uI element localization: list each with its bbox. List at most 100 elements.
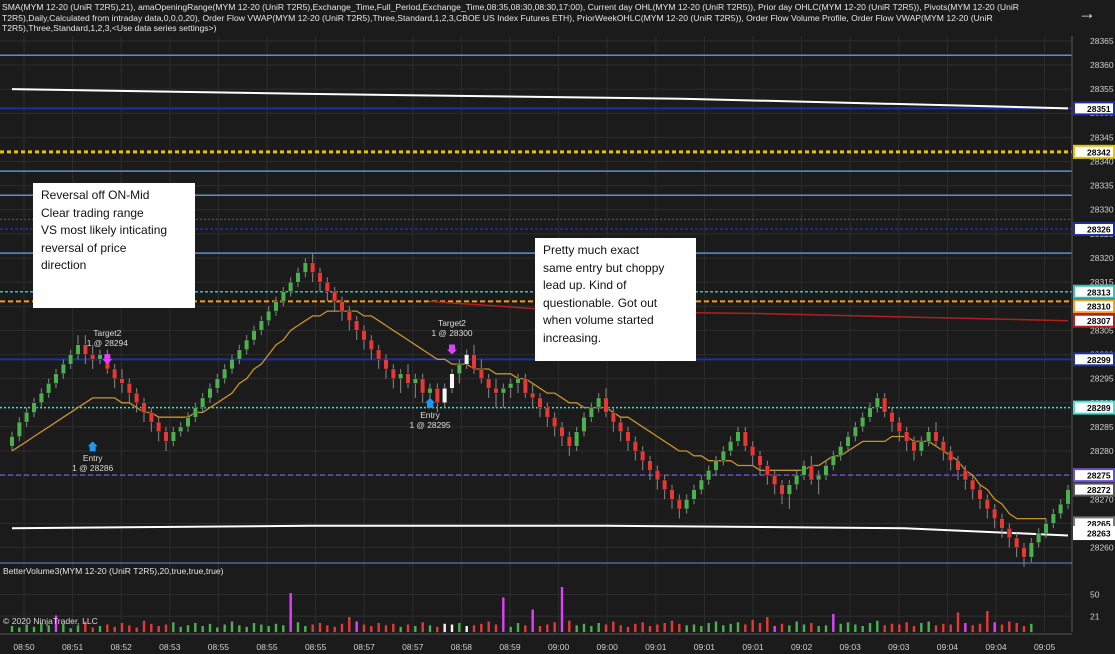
arrow-right-icon[interactable]: → bbox=[1078, 4, 1096, 22]
candle-body bbox=[867, 407, 873, 418]
candle-body bbox=[317, 272, 323, 283]
volume-bar bbox=[458, 623, 461, 632]
volume-bar bbox=[487, 621, 490, 632]
volume-bar bbox=[802, 624, 806, 632]
candle-body bbox=[735, 431, 741, 442]
indicator-header: SMA(MYM 12-20 (UniR T2R5),21), amaOpenin… bbox=[2, 2, 1019, 33]
candle-body bbox=[750, 446, 756, 457]
candle-body bbox=[148, 412, 154, 423]
candle-body bbox=[493, 388, 499, 394]
copyright-text: © 2020 NinjaTrader, LLC bbox=[3, 616, 98, 626]
candle-body bbox=[112, 368, 118, 379]
candle-body bbox=[581, 417, 587, 432]
candle-body bbox=[933, 431, 939, 442]
fill-label-line: 1 @ 28286 bbox=[72, 463, 114, 474]
volume-bar bbox=[758, 623, 762, 632]
volume-bar bbox=[18, 627, 21, 632]
candle-body bbox=[9, 436, 15, 447]
note-line: lead up. Kind of bbox=[543, 278, 627, 292]
volume-bar bbox=[1000, 624, 1004, 632]
candle-body bbox=[376, 349, 382, 360]
candle-body bbox=[816, 474, 822, 481]
candle-body bbox=[904, 431, 910, 442]
volume-bar bbox=[707, 623, 710, 632]
candle-body bbox=[764, 465, 770, 476]
candle-body bbox=[288, 281, 294, 293]
volume-bar bbox=[788, 625, 791, 633]
fill-label-line: Target2 bbox=[93, 328, 122, 339]
volume-bar bbox=[964, 623, 967, 632]
volume-bar bbox=[333, 626, 336, 633]
volume-bar bbox=[69, 628, 72, 633]
time-tick-label: 08:55 bbox=[305, 642, 327, 652]
price-marker-label: 28289 bbox=[1087, 403, 1111, 413]
candle-body bbox=[522, 378, 528, 394]
annotation-note-reversal[interactable]: Reversal off ON-Mid Clear trading range VS… bbox=[33, 183, 195, 308]
candle-body bbox=[860, 417, 866, 428]
volume-bar bbox=[663, 623, 666, 632]
volume-bar bbox=[1022, 626, 1026, 632]
time-tick-label: 08:51 bbox=[62, 642, 84, 652]
volume-bar bbox=[223, 624, 226, 632]
volume-bar bbox=[480, 623, 483, 633]
candle-body bbox=[632, 441, 638, 452]
volume-bar bbox=[1008, 621, 1011, 632]
time-tick-label: 09:04 bbox=[985, 642, 1007, 652]
time-tick-label: 08:57 bbox=[402, 642, 424, 652]
candle-body bbox=[596, 397, 602, 408]
volume-bar bbox=[956, 612, 960, 632]
candle-body bbox=[706, 470, 712, 481]
candle-body bbox=[882, 397, 888, 413]
volume-bar bbox=[604, 624, 608, 632]
volume-panel-title: BetterVolume3(MYM 12-20 (UniR T2R5),20,t… bbox=[3, 566, 224, 576]
candle-body bbox=[486, 378, 492, 389]
candle-body bbox=[60, 363, 66, 375]
candle-body bbox=[1006, 528, 1012, 539]
candle-body bbox=[185, 417, 191, 428]
candle-body bbox=[398, 373, 404, 379]
candle-body bbox=[566, 436, 572, 447]
volume-bar bbox=[516, 623, 520, 632]
volume-bar bbox=[861, 626, 864, 632]
candle-body bbox=[478, 368, 484, 379]
volume-bar bbox=[318, 623, 322, 632]
candle-body bbox=[302, 262, 308, 273]
candle-body bbox=[515, 378, 521, 384]
annotation-note-entry[interactable]: Pretty much exact same entry but choppy le… bbox=[535, 238, 696, 361]
candle-body bbox=[713, 460, 719, 471]
volume-bar bbox=[656, 624, 659, 632]
candle-body bbox=[412, 378, 418, 384]
candle-body bbox=[625, 431, 631, 442]
volume-bar bbox=[575, 625, 578, 633]
candle-body bbox=[1050, 513, 1056, 524]
price-tick-label: 28365 bbox=[1090, 36, 1114, 46]
volume-bar bbox=[230, 621, 234, 632]
time-tick-label: 09:01 bbox=[694, 642, 716, 652]
volume-bar bbox=[846, 622, 850, 633]
time-tick-label: 09:03 bbox=[888, 642, 910, 652]
volume-bar bbox=[751, 620, 754, 632]
candle-body bbox=[911, 441, 917, 452]
time-tick-label: 08:58 bbox=[451, 642, 473, 652]
volume-bar bbox=[568, 620, 571, 633]
time-tick-label: 09:02 bbox=[791, 642, 813, 652]
volume-bar bbox=[736, 622, 740, 633]
candle-body bbox=[126, 383, 132, 394]
volume-bar bbox=[582, 623, 586, 633]
time-tick-label: 09:00 bbox=[548, 642, 570, 652]
candle-body bbox=[97, 354, 103, 360]
fill-label-line: 1 @ 28294 bbox=[86, 338, 128, 349]
volume-bar bbox=[47, 625, 50, 633]
candle-body bbox=[266, 310, 272, 322]
fill-label: Entry 1 @ 28295 bbox=[405, 410, 455, 430]
fill-label-line: Entry bbox=[420, 409, 440, 420]
candle-body bbox=[251, 330, 257, 341]
volume-bar bbox=[920, 623, 923, 632]
candle-body bbox=[999, 518, 1005, 529]
candle-body bbox=[588, 407, 594, 418]
volume-bar bbox=[773, 626, 776, 632]
candle-body bbox=[691, 489, 697, 500]
price-tick-label: 28280 bbox=[1090, 446, 1114, 456]
candle-body bbox=[559, 426, 565, 437]
candle-body bbox=[434, 388, 440, 403]
